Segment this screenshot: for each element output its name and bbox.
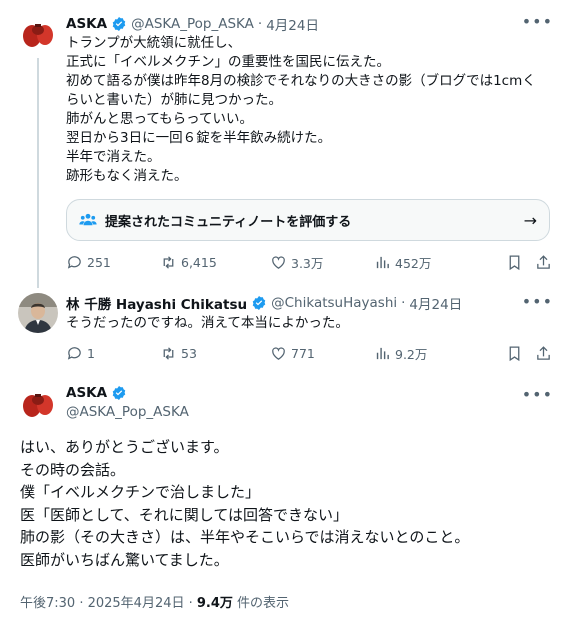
post-text-line: トランプが大統領に就任し、 [66,35,242,51]
post-text-line: 半年で消えた。 [66,149,161,165]
community-notes-icon [79,213,97,226]
action-bar: 1 53 771 9.2万 [66,343,552,363]
post-header: ASKA [66,385,127,401]
repost-count: 6,415 [181,254,217,270]
post-text-line: 医「医師として、それに関しては回答できない」 [20,505,349,524]
post-text: トランプが大統領に就任し、 正式に「イベルメクチン」の重要性を国民に伝えた。 初… [66,34,536,186]
hayashi-avatar-image [18,293,58,333]
separator-dot: · [401,295,406,311]
post-text: はい、ありがとうございます。 その時の会話。 僕「イベルメクチンで治しました」 … [20,436,469,571]
post-text-line: そうだったのですね。消えて本当によかった。 [66,315,349,331]
views-chart-icon [376,347,389,359]
author-handle[interactable]: @ASKA_Pop_ASKA [66,404,189,420]
post-header: 林 千勝 Hayashi Chikatsu @ChikatsuHayashi ·… [66,293,462,313]
share-icon[interactable] [535,345,552,362]
reply-count: 1 [87,345,95,361]
aska-avatar-image [18,14,58,54]
repost-icon [163,346,174,360]
author-name[interactable]: 林 千勝 Hayashi Chikatsu [66,293,247,313]
verified-badge-icon [252,296,266,310]
post-text-line: 正式に「イベルメクチン」の重要性を国民に伝えた。 [66,54,390,70]
views-count: 452万 [395,255,432,271]
view-suffix: 件の表示 [232,596,290,611]
repost-button[interactable]: 53 [160,345,270,362]
repost-button[interactable]: 6,415 [160,254,270,271]
community-note-label: 提案されたコミュニティノートを評価する [105,214,352,230]
heart-icon [272,255,285,269]
avatar[interactable] [18,293,58,333]
repost-count: 53 [181,345,197,361]
heart-icon [272,346,285,360]
like-button[interactable]: 771 [270,345,374,362]
views-button[interactable]: 9.2万 [374,344,427,363]
post-date[interactable]: 4月24日 [266,14,319,34]
bookmark-icon[interactable] [506,254,523,271]
reply-icon [67,346,81,360]
reply-icon [67,255,81,269]
repost-icon [163,255,174,269]
reply-button[interactable]: 1 [66,345,160,362]
post-text-line: らいと書いた）が肺に見つかった。 [66,92,282,108]
post-text: そうだったのですね。消えて本当によかった。 [66,314,349,333]
post-text-line: その時の会話。 [20,460,126,479]
like-count: 771 [291,345,315,361]
like-count: 3.3万 [291,255,324,271]
post-text-line: 肺の影（その大きさ）は、半年やそこいらでは消えないとのこと。 [20,528,470,546]
handle-row: @ASKA_Pop_ASKA [66,404,189,420]
separator-dot: · [257,16,263,32]
post-text-line: 跡形もなく消えた。 [66,168,188,184]
reply-button[interactable]: 251 [66,254,160,271]
verified-badge-icon [112,386,126,400]
share-icon[interactable] [535,254,552,271]
thread-line [37,58,39,288]
post-text-line: 肺がんと思ってもらっていい。 [66,111,253,127]
views-chart-icon [376,256,389,268]
more-options-icon[interactable]: ••• [522,12,553,31]
action-bar: 251 6,415 3.3万 452万 [66,252,552,272]
more-options-icon[interactable]: ••• [522,385,553,404]
reply-count: 251 [87,254,111,270]
avatar[interactable] [18,384,58,424]
post-timestamp[interactable]: 午後7:30 · 2025年4月24日 · [20,596,197,611]
post-text-line: 僕「イベルメクチンで治しました」 [20,483,261,501]
community-note-button[interactable]: 提案されたコミュニティノートを評価する → [66,199,550,241]
post-text-line: はい、ありがとうございます。 [20,438,229,456]
author-name[interactable]: ASKA [66,385,107,401]
aska-avatar-image [18,384,58,424]
post-header: ASKA @ASKA_Pop_ASKA · 4月24日 [66,14,319,34]
views-count: 9.2万 [395,346,428,362]
post-text-line: 初めて語るが僕は昨年8月の検診でそれなりの大きさの影（ブログでは1cmく [66,73,536,89]
arrow-right-icon: → [523,210,537,230]
views-button[interactable]: 452万 [374,253,431,272]
author-handle[interactable]: @ChikatsuHayashi [271,295,397,311]
author-name[interactable]: ASKA [66,16,107,32]
like-button[interactable]: 3.3万 [270,253,374,272]
post-text-line: 翌日から3日に一回６錠を半年飲み続けた。 [66,130,332,146]
post-meta: 午後7:30 · 2025年4月24日 · 9.4万 件の表示 [20,592,289,611]
avatar[interactable] [18,14,58,54]
verified-badge-icon [112,17,126,31]
view-count: 9.4万 [196,596,233,611]
author-handle[interactable]: @ASKA_Pop_ASKA [131,16,254,32]
post-date[interactable]: 4月24日 [409,293,462,313]
post-text-line: 医師がいちばん驚いてました。 [20,550,229,569]
more-options-icon[interactable]: ••• [522,292,553,311]
bookmark-icon[interactable] [506,345,523,362]
